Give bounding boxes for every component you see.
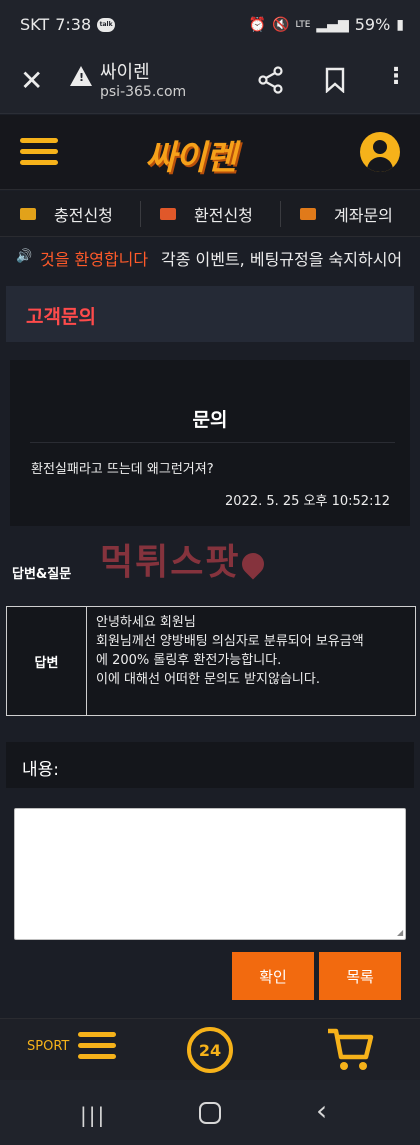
system-navigation-bar: ||| ‹	[0, 1080, 420, 1145]
reply-box: 답변 안녕하세요 회원님 회원님께선 양방배팅 의심자로 분류되어 보유금액 에…	[6, 606, 416, 716]
site-logo[interactable]: 싸이렌	[145, 130, 237, 179]
mute-icon: 🔇	[272, 16, 290, 33]
alarm-icon: ⏰	[248, 16, 266, 33]
ticker-text: 각종 이벤트, 베팅규정을 숙지하시어	[161, 250, 403, 269]
ticker-highlight: 것을 환영합니다	[40, 250, 149, 269]
bookmark-icon[interactable]	[325, 67, 345, 93]
page-title-bar: 고객문의	[6, 286, 414, 342]
talk-notification-icon: talk	[97, 17, 116, 32]
inquiry-question: 환전실패라고 뜨는데 왜그런거져?	[31, 462, 214, 477]
sport-menu-icon[interactable]	[78, 1032, 116, 1065]
status-left: SKT 7:38 talk	[20, 15, 116, 34]
content-textarea[interactable]	[14, 808, 406, 940]
quick-menu: 충전신청 환전신청 계좌문의	[0, 191, 420, 237]
reply-line: 안녕하세요 회원님	[96, 615, 196, 630]
content-label: 내용:	[22, 760, 60, 780]
inquiry-date: 2022. 5. 25 오후 10:52:12	[225, 494, 390, 509]
page-title: 고객문의	[26, 306, 96, 328]
speaker-icon: 🔊	[16, 249, 33, 264]
menu-divider	[140, 201, 141, 227]
user-icon[interactable]	[360, 132, 400, 172]
more-options-icon[interactable]: ⋮	[385, 64, 407, 89]
browser-url[interactable]: psi-365.com	[100, 84, 186, 100]
recent-apps-icon[interactable]: |||	[80, 1103, 106, 1127]
signal-icon: ▂▄▆	[316, 16, 349, 33]
menu-item-withdraw[interactable]: 환전신청	[160, 191, 253, 237]
inquiry-card: 문의 환전실패라고 뜨는데 왜그런거져? 2022. 5. 25 오후 10:5…	[10, 360, 410, 526]
share-icon[interactable]	[258, 66, 284, 94]
close-icon[interactable]: ✕	[20, 64, 43, 97]
menu-item-label: 환전신청	[194, 206, 253, 225]
carrier-label: SKT	[20, 15, 50, 34]
chat-icon	[300, 208, 316, 220]
list-button[interactable]: 목록	[319, 952, 401, 1000]
withdraw-icon	[160, 208, 176, 220]
warning-icon[interactable]: !	[70, 66, 92, 86]
menu-item-label: 충전신청	[54, 206, 113, 225]
battery-level: 59%	[354, 15, 391, 34]
lte-label: LTE	[295, 19, 311, 30]
browser-page-title: 싸이렌	[100, 62, 150, 83]
watermark-text: 먹튀스팟	[100, 542, 241, 583]
reply-section-label: 답변&질문	[12, 567, 72, 582]
menu-item-label: 계좌문의	[334, 206, 393, 225]
support-24h-icon[interactable]: 24	[187, 1027, 233, 1073]
reply-line: 이에 대해선 어떠한 문의도 받지않습니다.	[96, 672, 320, 687]
menu-icon[interactable]	[20, 138, 58, 171]
watermark-logo: 먹튀스팟	[100, 533, 270, 585]
inquiry-heading: 문의	[192, 409, 228, 431]
content-label-bar: 내용:	[6, 742, 414, 788]
clock-time: 7:38	[55, 15, 92, 34]
location-pin-icon	[237, 548, 270, 580]
reply-line: 회원님께선 양방배팅 의심자로 분류되어 보유금액	[96, 634, 364, 649]
notice-ticker: 🔊 것을 환영합니다 각종 이벤트, 베팅규정을 숙지하시어	[0, 238, 420, 276]
deposit-icon	[20, 208, 36, 220]
home-icon[interactable]	[199, 1102, 221, 1124]
page: SKT 7:38 talk ⏰ 🔇 LTE ▂▄▆ 59% ▮ ✕ ! 싸이렌 …	[0, 0, 420, 1145]
inquiry-divider	[30, 442, 395, 443]
menu-item-account-inquiry[interactable]: 계좌문의	[300, 191, 393, 237]
back-icon[interactable]: ‹	[316, 1094, 327, 1127]
site-header: 싸이렌	[0, 115, 420, 190]
cart-icon[interactable]	[326, 1025, 374, 1073]
reply-body: 안녕하세요 회원님 회원님께선 양방배팅 의심자로 분류되어 보유금액 에 20…	[88, 607, 415, 715]
menu-item-deposit[interactable]: 충전신청	[20, 191, 113, 237]
browser-toolbar: ✕ ! 싸이렌 psi-365.com ⋮	[0, 54, 420, 114]
reply-label: 답변	[7, 607, 87, 715]
reply-line: 에 200% 롤링후 환전가능합니다.	[96, 653, 282, 668]
bottom-navigation: SPORT 24	[0, 1018, 420, 1080]
sport-label[interactable]: SPORT	[27, 1039, 69, 1054]
confirm-button[interactable]: 확인	[232, 952, 314, 1000]
status-right: ⏰ 🔇 LTE ▂▄▆ 59% ▮	[249, 15, 404, 34]
menu-divider	[280, 201, 281, 227]
resize-grip-icon[interactable]: ◢	[397, 928, 403, 937]
battery-icon: ▮	[396, 16, 404, 33]
status-bar: SKT 7:38 talk ⏰ 🔇 LTE ▂▄▆ 59% ▮	[0, 0, 420, 54]
